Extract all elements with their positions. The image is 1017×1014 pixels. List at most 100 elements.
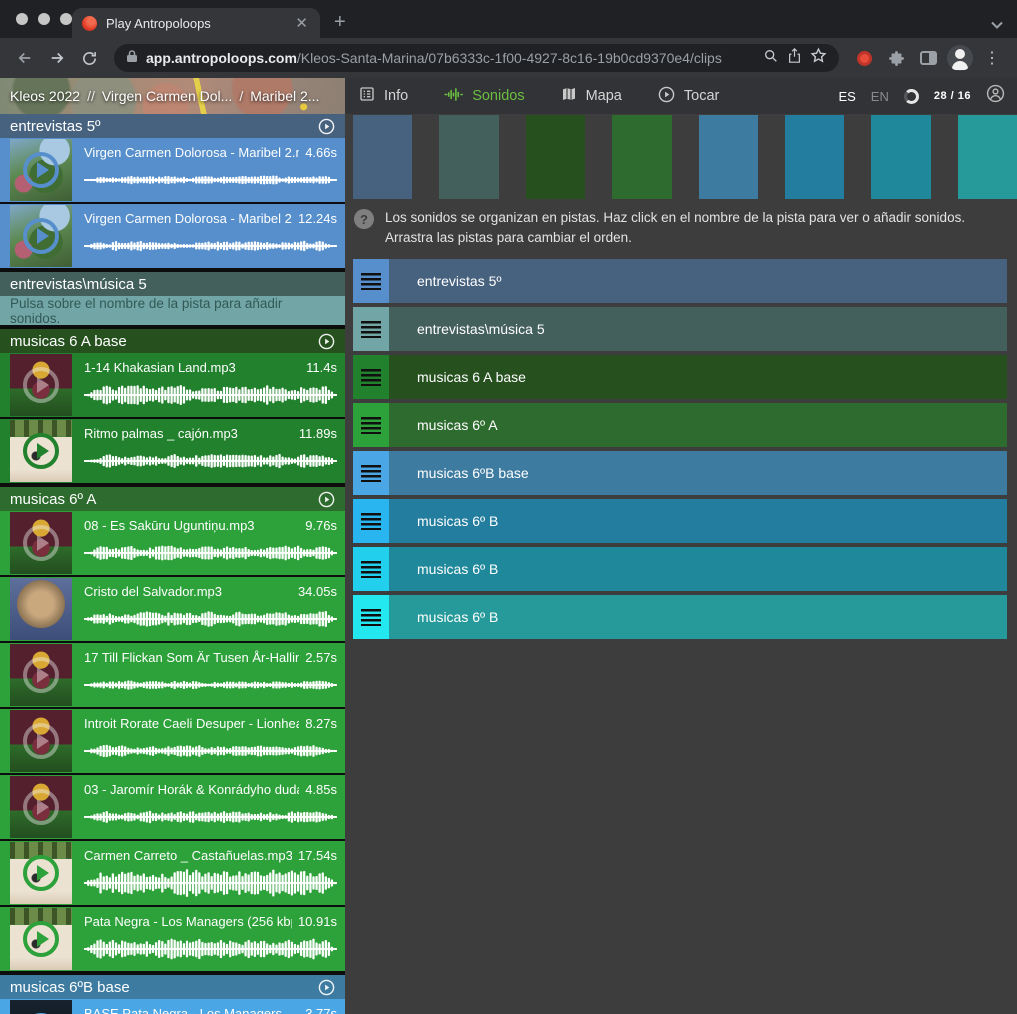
clip-waveform[interactable] — [84, 735, 337, 767]
section-play-icon[interactable] — [318, 979, 335, 996]
track-row[interactable]: musicas 6º B — [353, 499, 1007, 543]
nav-tab-tocar[interactable]: Tocar — [658, 86, 719, 107]
clip-waveform[interactable] — [84, 867, 337, 899]
track-row-body[interactable]: musicas 6º B — [389, 499, 1007, 543]
track-row[interactable]: musicas 6º B — [353, 595, 1007, 639]
track-row-body[interactable]: musicas 6 A base — [389, 355, 1007, 399]
clip-row[interactable]: BASE Pata Negra - Los Managers3.77s — [0, 999, 345, 1014]
breadcrumb-parent[interactable]: Virgen Carmen Dol... — [102, 88, 232, 104]
track-drag-handle[interactable] — [353, 499, 389, 543]
section-play-icon[interactable] — [318, 118, 335, 135]
track-row-body[interactable]: entrevistas\música 5 — [389, 307, 1007, 351]
bookmark-star-icon[interactable] — [810, 47, 827, 69]
clip-play-icon[interactable] — [23, 367, 59, 403]
zoom-icon[interactable] — [763, 48, 779, 69]
track-row[interactable]: entrevistas\música 5 — [353, 307, 1007, 351]
clip-play-icon[interactable] — [23, 657, 59, 693]
clip-row[interactable]: Ritmo palmas _ cajón.mp311.89s — [0, 419, 345, 483]
clip-waveform[interactable] — [84, 801, 337, 833]
window-maximize-button[interactable] — [60, 13, 72, 25]
clip-play-icon[interactable] — [23, 723, 59, 759]
track-section-header[interactable]: musicas 6º A — [0, 487, 345, 511]
clip-row[interactable]: Cristo del Salvador.mp334.05s — [0, 577, 345, 641]
clip-play-icon[interactable] — [23, 855, 59, 891]
clip-row[interactable]: Virgen Carmen Dolorosa - Maribel 2.mp312… — [0, 204, 345, 268]
track-row-body[interactable]: musicas 6º A — [389, 403, 1007, 447]
balcony-photo-thumbnail[interactable] — [10, 205, 72, 267]
footballer-trophy-thumbnail[interactable] — [10, 644, 72, 706]
reload-icon[interactable] — [74, 43, 104, 73]
clip-waveform[interactable] — [84, 230, 337, 262]
empty-track-message[interactable]: Pulsa sobre el nombre de la pista para a… — [0, 296, 345, 325]
share-icon[interactable] — [787, 47, 802, 69]
track-drag-handle[interactable] — [353, 595, 389, 639]
clip-waveform[interactable] — [84, 603, 337, 635]
track-row-body[interactable]: musicas 6º B — [389, 595, 1007, 639]
clip-row[interactable]: 1-14 Khakasian Land.mp311.4s — [0, 353, 345, 417]
address-bar[interactable]: app.antropoloops.com/Kleos-Santa-Marina/… — [114, 44, 839, 72]
record-extension-icon[interactable] — [849, 43, 879, 73]
clip-row[interactable]: Virgen Carmen Dolorosa - Maribel 2.mp34.… — [0, 138, 345, 202]
clip-row[interactable]: 03 - Jaromír Horák & Konrádyho dudácká .… — [0, 775, 345, 839]
track-section-header[interactable]: musicas 6 A base — [0, 329, 345, 353]
tab-close-icon[interactable]: ✕ — [293, 16, 310, 31]
clip-row[interactable]: Introit Rorate Caeli Desuper - Lionheart… — [0, 709, 345, 773]
clip-row[interactable]: Pata Negra - Los Managers (256 kbps).mp3… — [0, 907, 345, 971]
track-row-body[interactable]: musicas 6º B — [389, 547, 1007, 591]
clip-waveform[interactable] — [84, 933, 337, 965]
clip-row[interactable]: 08 - Es Sakūru Uguntiņu.mp39.76s — [0, 511, 345, 575]
track-drag-handle[interactable] — [353, 451, 389, 495]
track-drag-handle[interactable] — [353, 307, 389, 351]
clip-play-icon[interactable] — [23, 152, 59, 188]
nav-tab-sonidos[interactable]: Sonidos — [444, 87, 524, 106]
balcony-photo-thumbnail[interactable] — [10, 139, 72, 201]
clip-waveform[interactable] — [84, 537, 337, 569]
section-play-icon[interactable] — [318, 491, 335, 508]
track-drag-handle[interactable] — [353, 259, 389, 303]
track-drag-handle[interactable] — [353, 403, 389, 447]
track-row[interactable]: musicas 6º A — [353, 403, 1007, 447]
clip-play-icon[interactable] — [23, 921, 59, 957]
clip-waveform[interactable] — [84, 164, 337, 196]
dog-watermelon-thumbnail[interactable] — [10, 842, 72, 904]
clip-waveform[interactable] — [84, 669, 337, 701]
track-row[interactable]: musicas 6º B — [353, 547, 1007, 591]
breadcrumb-root[interactable]: Kleos 2022 — [10, 88, 80, 104]
nav-tab-info[interactable]: Info — [359, 86, 408, 106]
footballer-trophy-thumbnail[interactable] — [10, 776, 72, 838]
browser-menu-icon[interactable]: ⋮ — [977, 43, 1007, 73]
clip-play-icon[interactable] — [23, 433, 59, 469]
extensions-puzzle-icon[interactable] — [881, 43, 911, 73]
clip-play-icon[interactable] — [23, 789, 59, 825]
track-drag-handle[interactable] — [353, 355, 389, 399]
window-minimize-button[interactable] — [38, 13, 50, 25]
track-row-body[interactable]: entrevistas 5º — [389, 259, 1007, 303]
track-section-header[interactable]: entrevistas 5º — [0, 114, 345, 138]
breadcrumb-map-banner[interactable]: Kleos 2022 // Virgen Carmen Dol... / Mar… — [0, 78, 345, 114]
clip-row[interactable]: Carmen Carreto _ Castañuelas.mp317.54s — [0, 841, 345, 905]
track-row[interactable]: entrevistas 5º — [353, 259, 1007, 303]
profile-avatar[interactable] — [945, 43, 975, 73]
track-row[interactable]: musicas 6ºB base — [353, 451, 1007, 495]
footballer-trophy-thumbnail[interactable] — [10, 354, 72, 416]
forward-icon[interactable] — [42, 43, 72, 73]
window-controls[interactable] — [16, 13, 72, 25]
window-close-button[interactable] — [16, 13, 28, 25]
dog-watermelon-thumbnail[interactable] — [10, 420, 72, 482]
back-icon[interactable] — [10, 43, 40, 73]
clip-waveform[interactable] — [84, 445, 337, 477]
lang-en-button[interactable]: EN — [871, 89, 889, 104]
section-play-icon[interactable] — [318, 333, 335, 350]
track-drag-handle[interactable] — [353, 547, 389, 591]
track-row-body[interactable]: musicas 6ºB base — [389, 451, 1007, 495]
ecce-homo-painting-thumbnail[interactable] — [10, 578, 72, 640]
track-section-header[interactable]: entrevistas\música 5 — [0, 272, 345, 296]
lang-es-button[interactable]: ES — [838, 89, 855, 104]
account-icon[interactable] — [986, 84, 1005, 108]
track-section-header[interactable]: musicas 6ºB base — [0, 975, 345, 999]
new-tab-button[interactable]: + — [334, 9, 346, 35]
side-panel-icon[interactable] — [913, 43, 943, 73]
dog-watermelon-thumbnail[interactable] — [10, 908, 72, 970]
footballer-trophy-thumbnail[interactable] — [10, 512, 72, 574]
clip-play-icon[interactable] — [23, 525, 59, 561]
